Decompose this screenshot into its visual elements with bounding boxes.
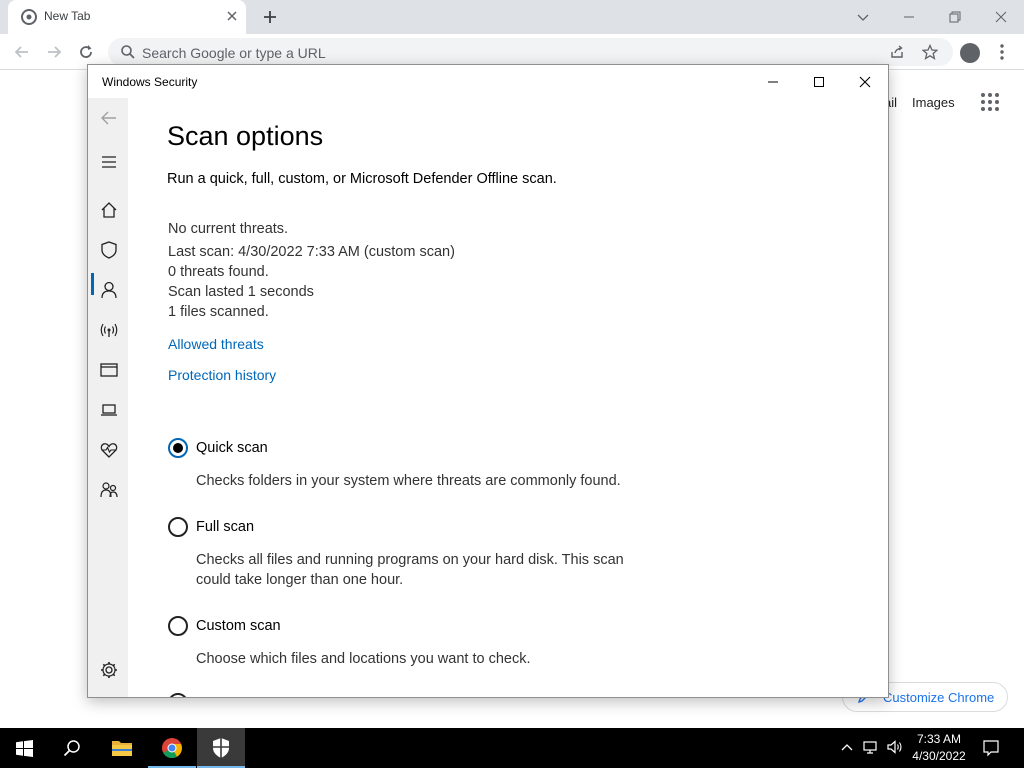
share-icon[interactable] [889, 44, 905, 60]
close-window-icon[interactable] [990, 6, 1012, 28]
maximize-icon[interactable] [808, 71, 830, 93]
home-icon[interactable] [98, 199, 120, 221]
reload-icon[interactable] [76, 42, 96, 62]
active-indicator [91, 273, 94, 295]
tab-search-chevron-icon[interactable] [852, 6, 874, 28]
clock-date[interactable]: 4/30/2022 [904, 749, 974, 763]
scan-duration: Scan lasted 1 seconds [168, 284, 314, 300]
chrome-taskbar-button[interactable] [148, 728, 196, 768]
quick-scan-label[interactable]: Quick scan [196, 440, 268, 456]
google-apps-grid-icon[interactable] [980, 92, 1000, 112]
windows-logo-icon [16, 740, 33, 757]
address-bar[interactable]: Search Google or type a URL [108, 38, 953, 66]
start-button[interactable] [0, 728, 48, 768]
wireless-icon[interactable] [98, 319, 120, 341]
protection-history-link[interactable]: Protection history [168, 367, 276, 383]
heart-icon[interactable] [98, 439, 120, 461]
windows-security-window: Windows Security Scan options Run a quic… [87, 64, 889, 698]
tab-title: New Tab [44, 9, 91, 23]
files-scanned: 1 files scanned. [168, 304, 269, 320]
notifications-icon[interactable] [982, 739, 1000, 757]
back-arrow-icon[interactable] [12, 42, 32, 62]
chrome-favicon-icon [21, 9, 37, 25]
custom-scan-radio[interactable] [168, 616, 188, 636]
search-icon [121, 45, 135, 59]
file-explorer-button[interactable] [98, 728, 146, 768]
laptop-icon[interactable] [98, 399, 120, 421]
address-bar-placeholder: Search Google or type a URL [142, 45, 326, 61]
family-icon[interactable] [98, 479, 120, 501]
threats-found: 0 threats found. [168, 264, 269, 280]
chevron-up-icon[interactable] [838, 738, 856, 756]
windows-security-taskbar-button[interactable] [197, 728, 245, 768]
quick-scan-description: Checks folders in your system where thre… [196, 473, 621, 489]
profile-avatar-icon[interactable] [960, 43, 980, 63]
settings-icon[interactable] [98, 659, 120, 681]
chrome-menu-icon[interactable] [996, 42, 1008, 62]
volume-icon[interactable] [886, 738, 904, 756]
search-button[interactable] [48, 728, 96, 768]
customize-chrome-label: Customize Chrome [883, 690, 995, 705]
last-scan-info: Last scan: 4/30/2022 7:33 AM (custom sca… [168, 244, 455, 260]
bookmark-star-icon[interactable] [922, 44, 938, 60]
security-shield-icon [213, 738, 229, 758]
person-icon[interactable] [98, 279, 120, 301]
close-tab-icon[interactable] [224, 8, 240, 24]
quick-scan-radio[interactable] [168, 438, 188, 458]
scan-options-page: Scan options Run a quick, full, custom, … [128, 98, 888, 697]
close-icon[interactable] [854, 71, 876, 93]
search-icon [63, 740, 80, 757]
folder-icon [112, 741, 132, 756]
window-titlebar[interactable]: Windows Security [88, 65, 888, 98]
browser-tab-new-tab[interactable]: New Tab [8, 0, 246, 34]
shield-icon[interactable] [98, 239, 120, 261]
allowed-threats-link[interactable]: Allowed threats [168, 336, 264, 352]
menu-icon[interactable] [98, 151, 120, 173]
chrome-tab-strip: New Tab [0, 0, 1024, 34]
window-title: Windows Security [102, 75, 198, 89]
custom-scan-description: Choose which files and locations you wan… [196, 651, 531, 667]
images-link[interactable]: Images [912, 95, 955, 110]
network-icon[interactable] [862, 738, 880, 756]
windows-taskbar: 7:33 AM 4/30/2022 [0, 728, 1024, 768]
forward-arrow-icon[interactable] [44, 42, 64, 62]
back-icon[interactable] [98, 107, 120, 129]
restore-icon[interactable] [944, 6, 966, 28]
page-title: Scan options [167, 121, 324, 151]
full-scan-description: Checks all files and running programs on… [196, 552, 624, 588]
new-tab-plus-icon[interactable] [260, 7, 280, 27]
full-scan-label[interactable]: Full scan [196, 519, 254, 535]
app-browser-icon[interactable] [98, 359, 120, 381]
navigation-sidebar [88, 98, 128, 697]
chrome-icon [162, 738, 182, 759]
threat-status: No current threats. [168, 221, 289, 237]
offline-scan-radio[interactable] [168, 693, 188, 697]
full-scan-radio[interactable] [168, 517, 188, 537]
minimize-icon[interactable] [762, 71, 784, 93]
minimize-icon[interactable] [898, 6, 920, 28]
clock-time[interactable]: 7:33 AM [904, 732, 974, 746]
page-subtitle: Run a quick, full, custom, or Microsoft … [167, 171, 557, 187]
custom-scan-label[interactable]: Custom scan [196, 618, 281, 634]
